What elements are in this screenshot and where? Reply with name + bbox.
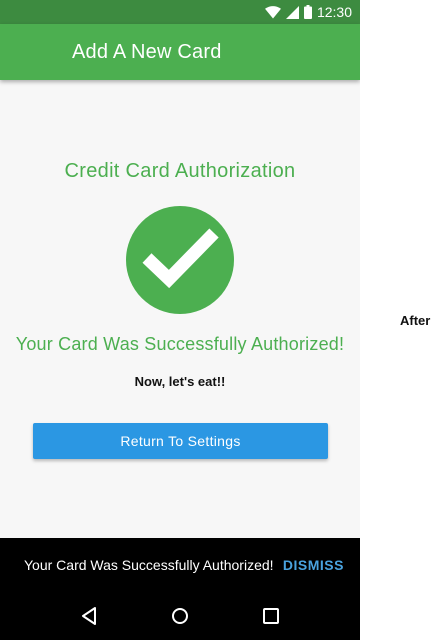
success-message: Your Card Was Successfully Authorized! [15,334,345,354]
battery-icon [303,5,312,19]
sub-message: Now, let's eat!! [134,374,226,389]
recents-icon[interactable] [251,596,291,636]
authorization-content: Credit Card Authorization Your Card Was … [0,80,360,538]
navigation-bar [0,592,360,640]
check-circle-icon [126,206,234,314]
dismiss-button[interactable]: DISMISS [283,557,344,573]
signal-icon [285,5,299,19]
app-bar: Add A New Card [0,24,360,80]
wifi-icon [264,5,281,19]
phone-screen: 12:30 Add A New Card Credit Card Authori… [0,0,360,640]
authorization-heading: Credit Card Authorization [64,160,296,182]
snackbar-message: Your Card Was Successfully Authorized! [24,557,274,573]
app-bar-title: Add A New Card [72,40,222,63]
home-icon[interactable] [160,596,200,636]
return-to-settings-button[interactable]: Return To Settings [33,423,328,459]
back-icon[interactable] [69,596,109,636]
status-bar: 12:30 [0,0,360,24]
snackbar: Your Card Was Successfully Authorized! D… [0,538,360,592]
after-label: After [400,313,431,328]
status-time: 12:30 [316,4,352,20]
